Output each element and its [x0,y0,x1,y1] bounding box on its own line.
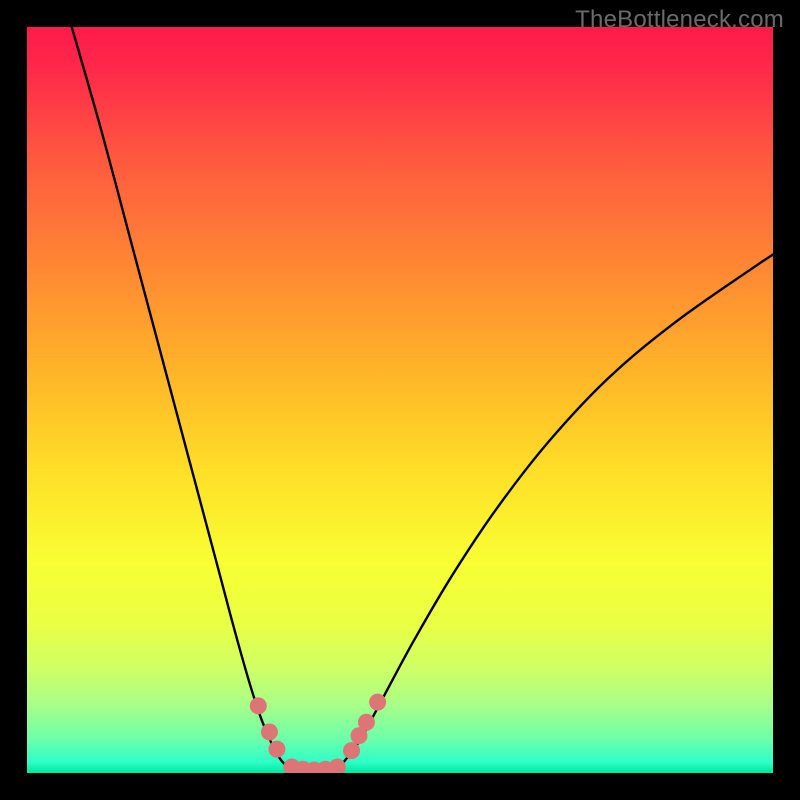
curve-marker [369,694,386,711]
chart-svg [27,27,773,773]
curve-marker [268,741,285,758]
plot-area [27,27,773,773]
curve-marker [343,742,360,759]
chart-frame: TheBottleneck.com [0,0,800,800]
curve-marker [261,723,278,740]
curve-marker [358,714,375,731]
watermark-text: TheBottleneck.com [575,6,784,34]
curve-marker [250,697,267,714]
chart-background [27,27,773,773]
